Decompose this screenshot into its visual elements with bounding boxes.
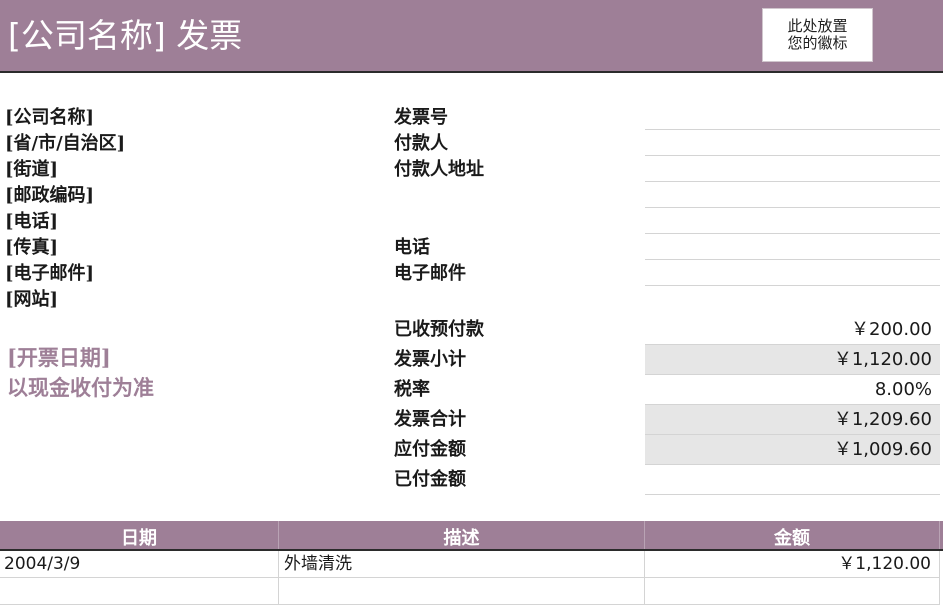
- logo-placeholder-line2: 您的徽标: [787, 34, 848, 52]
- payer-phone-cell[interactable]: [645, 234, 940, 260]
- table-row: 2004/3/9 外墙清洗 ￥1,120.00: [0, 551, 943, 578]
- payer-email-cell[interactable]: [645, 260, 940, 286]
- table-row: [0, 578, 943, 605]
- payer-address-cell-2[interactable]: [645, 182, 940, 208]
- amount-paid-label: 已付金额: [394, 469, 466, 490]
- row-description-cell[interactable]: [279, 578, 645, 605]
- column-header-description: 描述: [279, 521, 645, 549]
- company-street[interactable]: [街道]: [5, 157, 125, 183]
- company-postal[interactable]: [邮政编码]: [5, 183, 125, 209]
- invoice-field-labels: 发票号 付款人 付款人地址 电话 电子邮件: [394, 105, 484, 287]
- payer-address-cell-3[interactable]: [645, 208, 940, 234]
- column-header-date: 日期: [0, 521, 279, 549]
- invoice-number-label: 发票号: [394, 107, 448, 128]
- tax-rate-label: 税率: [394, 379, 430, 400]
- billing-date-block: [开票日期] 以现金收付为准: [7, 343, 154, 403]
- subtotal-label: 发票小计: [394, 349, 466, 370]
- subtotal-value: ￥1,120.00: [645, 345, 940, 375]
- company-region[interactable]: [省/市/自治区]: [5, 131, 125, 157]
- payer-cell[interactable]: [645, 130, 940, 156]
- header-band: [公司名称] 发票 此处放置 您的徽标: [0, 0, 943, 73]
- payer-address-cell[interactable]: [645, 156, 940, 182]
- invoice-date[interactable]: [开票日期]: [7, 343, 154, 373]
- table-header: 日期 描述 金额: [0, 521, 943, 551]
- tax-rate-value[interactable]: 8.00%: [645, 375, 940, 405]
- company-fax[interactable]: [传真]: [5, 235, 125, 261]
- company-website[interactable]: [网站]: [5, 287, 125, 313]
- amount-due-value: ￥1,009.60: [645, 435, 940, 465]
- prepaid-label: 已收预付款: [394, 319, 484, 340]
- company-name[interactable]: [公司名称]: [5, 105, 125, 131]
- column-header-amount: 金额: [645, 521, 940, 549]
- line-items-table: 日期 描述 金额 2004/3/9 外墙清洗 ￥1,120.00: [0, 521, 943, 605]
- logo-placeholder-line1: 此处放置: [787, 17, 848, 35]
- payer-email-label: 电子邮件: [394, 263, 466, 284]
- cash-basis-note: 以现金收付为准: [7, 375, 154, 400]
- amount-due-label: 应付金额: [394, 439, 466, 460]
- total-value: ￥1,209.60: [645, 405, 940, 435]
- company-phone[interactable]: [电话]: [5, 209, 125, 235]
- summary-values: ￥200.00 ￥1,120.00 8.00% ￥1,209.60 ￥1,009…: [645, 315, 940, 495]
- invoice-number-cell[interactable]: [645, 104, 940, 130]
- summary-labels: 已收预付款 发票小计 税率 发票合计 应付金额 已付金额: [394, 315, 484, 495]
- payer-address-label: 付款人地址: [394, 159, 484, 180]
- invoice-field-inputs: [645, 104, 940, 286]
- logo-placeholder[interactable]: 此处放置 您的徽标: [762, 8, 873, 62]
- row-amount-cell[interactable]: [645, 578, 940, 605]
- row-description-cell[interactable]: 外墙清洗: [279, 551, 645, 578]
- row-amount-cell[interactable]: ￥1,120.00: [645, 551, 940, 578]
- total-label: 发票合计: [394, 409, 466, 430]
- row-date-cell[interactable]: 2004/3/9: [0, 551, 279, 578]
- payer-label: 付款人: [394, 133, 448, 154]
- company-info: [公司名称] [省/市/自治区] [街道] [邮政编码] [电话] [传真] […: [5, 105, 125, 313]
- company-email[interactable]: [电子邮件]: [5, 261, 125, 287]
- payer-phone-label: 电话: [394, 237, 430, 258]
- amount-paid-value[interactable]: [645, 465, 940, 495]
- row-date-cell[interactable]: [0, 578, 279, 605]
- invoice-title: [公司名称] 发票: [8, 16, 243, 55]
- prepaid-value[interactable]: ￥200.00: [645, 315, 940, 345]
